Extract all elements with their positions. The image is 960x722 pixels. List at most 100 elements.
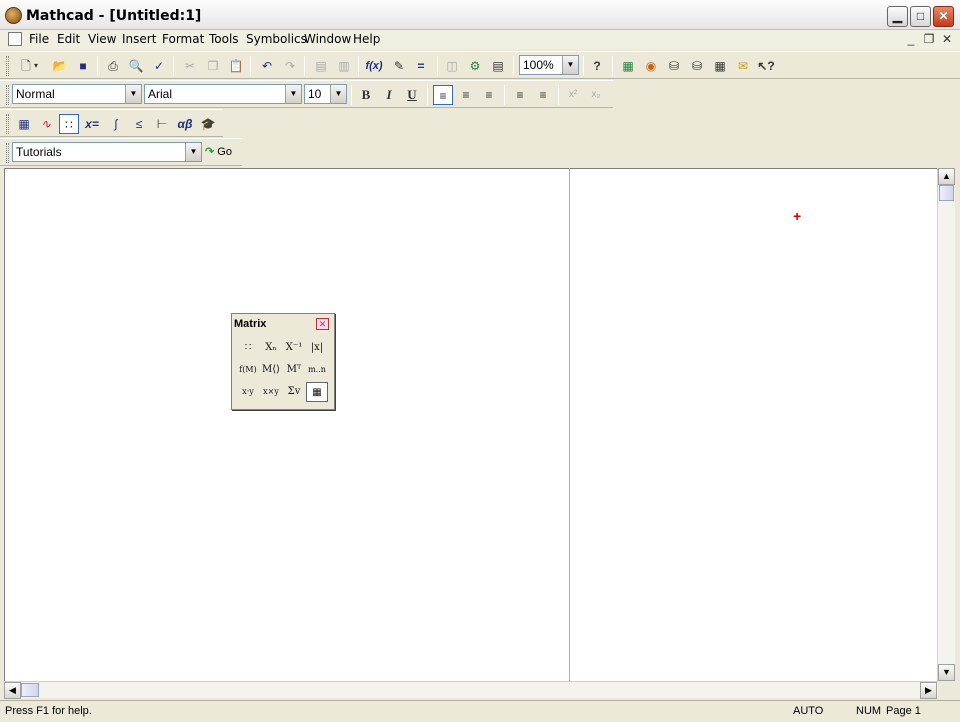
- save-icon[interactable]: ■: [73, 56, 93, 76]
- subscript-button[interactable]: x₂: [586, 85, 606, 105]
- programming-icon[interactable]: ⊢: [152, 114, 172, 134]
- italic-button[interactable]: I: [379, 85, 399, 105]
- tip-icon[interactable]: ✉: [733, 56, 753, 76]
- quicksheets-icon[interactable]: ⛁: [687, 56, 707, 76]
- document-icon[interactable]: [8, 32, 22, 46]
- vertical-scroll-thumb[interactable]: [939, 185, 954, 201]
- vector-sum-icon[interactable]: Σv: [283, 382, 305, 402]
- evaluation-icon[interactable]: x=: [82, 114, 102, 134]
- superscript-button[interactable]: x²: [563, 85, 583, 105]
- print-icon[interactable]: ⎙: [103, 56, 123, 76]
- zoom-select[interactable]: 100% ▼: [519, 55, 579, 75]
- cross-product-icon[interactable]: x×y: [260, 382, 282, 402]
- mdi-restore-button[interactable]: ❐: [922, 32, 936, 46]
- boolean-icon[interactable]: ≤: [129, 114, 149, 134]
- bold-button[interactable]: B: [356, 85, 376, 105]
- close-button[interactable]: ✕: [933, 6, 954, 27]
- symbolic-icon[interactable]: 🎓: [198, 114, 218, 134]
- minimize-button[interactable]: ▁: [887, 6, 908, 27]
- resource-center-icon[interactable]: ▦: [618, 56, 638, 76]
- range-variable-icon[interactable]: m..n: [306, 360, 328, 380]
- menu-format[interactable]: Format: [162, 32, 204, 46]
- mdi-close-button[interactable]: ✕: [940, 32, 954, 46]
- scroll-left-icon[interactable]: ◀: [4, 682, 21, 699]
- toolbar-grip[interactable]: [6, 114, 9, 134]
- menu-tools[interactable]: Tools: [209, 32, 239, 46]
- horizontal-scroll-thumb[interactable]: [21, 683, 39, 697]
- scroll-right-icon[interactable]: ▶: [920, 682, 937, 699]
- resources-select[interactable]: Tutorials ▼: [12, 142, 202, 162]
- open-icon[interactable]: 📂: [50, 56, 70, 76]
- align-down-icon[interactable]: ▥: [334, 56, 354, 76]
- toolbar-grip[interactable]: [6, 85, 9, 105]
- insert-function-icon[interactable]: f(x): [364, 56, 384, 76]
- underline-button[interactable]: U: [402, 85, 422, 105]
- context-help-icon[interactable]: ↖?: [756, 56, 776, 76]
- menu-view[interactable]: View: [88, 32, 116, 46]
- inverse-icon[interactable]: X⁻¹: [283, 338, 305, 358]
- horizontal-scrollbar[interactable]: ◀ ▶: [4, 681, 938, 699]
- chevron-down-icon[interactable]: ▼: [125, 85, 141, 103]
- determinant-icon[interactable]: |x|: [306, 338, 328, 358]
- align-right-icon[interactable]: ≡: [479, 85, 499, 105]
- transpose-icon[interactable]: Mᵀ: [283, 360, 305, 380]
- align-center-icon[interactable]: ≡: [456, 85, 476, 105]
- insert-component-icon[interactable]: ⚙: [465, 56, 485, 76]
- copy-icon[interactable]: ❐: [203, 56, 223, 76]
- menu-file[interactable]: File: [29, 32, 49, 46]
- chevron-down-icon[interactable]: ▼: [562, 56, 578, 74]
- dot-product-icon[interactable]: x·y: [237, 382, 259, 402]
- chevron-down-icon[interactable]: ▼: [285, 85, 301, 103]
- cut-icon[interactable]: ✂: [180, 56, 200, 76]
- font-size-select[interactable]: 10 ▼: [304, 84, 347, 104]
- menu-symbolics[interactable]: Symbolics: [246, 32, 307, 46]
- numbering-icon[interactable]: ≡: [533, 85, 553, 105]
- redo-icon[interactable]: ↷: [280, 56, 300, 76]
- mathcad-app-icon[interactable]: [5, 7, 22, 24]
- spell-check-icon[interactable]: ✓: [149, 56, 169, 76]
- chevron-down-icon[interactable]: ▼: [185, 143, 201, 161]
- close-icon[interactable]: ✕: [316, 318, 329, 330]
- video-icon[interactable]: ▦: [710, 56, 730, 76]
- style-select[interactable]: Normal ▼: [12, 84, 142, 104]
- menu-edit[interactable]: Edit: [57, 32, 80, 46]
- matrix-subscript-icon[interactable]: Xₙ: [260, 338, 282, 358]
- vectorize-icon[interactable]: f(M): [237, 360, 259, 380]
- region-icon[interactable]: ▤: [488, 56, 508, 76]
- go-button[interactable]: ↷ Go: [205, 145, 232, 158]
- matrix-palette[interactable]: Matrix ✕ ∷ Xₙ X⁻¹ |x| f(M) M⟨⟩ Mᵀ m..n x…: [231, 313, 335, 410]
- include-icon[interactable]: ◫: [442, 56, 462, 76]
- graph-icon[interactable]: ∿: [36, 114, 56, 134]
- picture-icon[interactable]: ▦: [306, 382, 328, 402]
- collaboratory-icon[interactable]: ⛁: [664, 56, 684, 76]
- toolbar-grip[interactable]: [6, 143, 9, 163]
- align-left-icon[interactable]: ≡: [433, 85, 453, 105]
- web-icon[interactable]: ◉: [641, 56, 661, 76]
- insert-unit-icon[interactable]: ✎: [389, 56, 409, 76]
- print-preview-icon[interactable]: 🔍: [126, 56, 146, 76]
- toolbar-grip[interactable]: [6, 56, 9, 76]
- maximize-button[interactable]: □: [910, 6, 931, 27]
- menu-insert[interactable]: Insert: [122, 32, 156, 46]
- menu-help[interactable]: Help: [353, 32, 380, 46]
- greek-icon[interactable]: αβ: [175, 114, 195, 134]
- calculate-icon[interactable]: =: [411, 56, 431, 76]
- insert-matrix-icon[interactable]: ∷: [237, 338, 259, 358]
- calculus-icon[interactable]: ∫: [106, 114, 126, 134]
- matrix-column-icon[interactable]: M⟨⟩: [260, 360, 282, 380]
- vertical-scrollbar[interactable]: ▲ ▼: [937, 168, 955, 681]
- mdi-minimize-button[interactable]: _: [904, 32, 918, 46]
- menu-window[interactable]: Window: [304, 32, 351, 46]
- chevron-down-icon[interactable]: ▼: [330, 85, 346, 103]
- scroll-up-icon[interactable]: ▲: [938, 168, 955, 185]
- worksheet[interactable]: [4, 168, 938, 681]
- bullets-icon[interactable]: ≡: [510, 85, 530, 105]
- scroll-down-icon[interactable]: ▼: [938, 664, 955, 681]
- matrix-icon[interactable]: ∷: [59, 114, 79, 134]
- align-across-icon[interactable]: ▤: [311, 56, 331, 76]
- new-dropdown-icon[interactable]: ▾: [31, 56, 41, 76]
- help-icon[interactable]: ?: [587, 56, 607, 76]
- undo-icon[interactable]: ↶: [257, 56, 277, 76]
- paste-icon[interactable]: 📋: [226, 56, 246, 76]
- calculator-icon[interactable]: ▦: [14, 114, 34, 134]
